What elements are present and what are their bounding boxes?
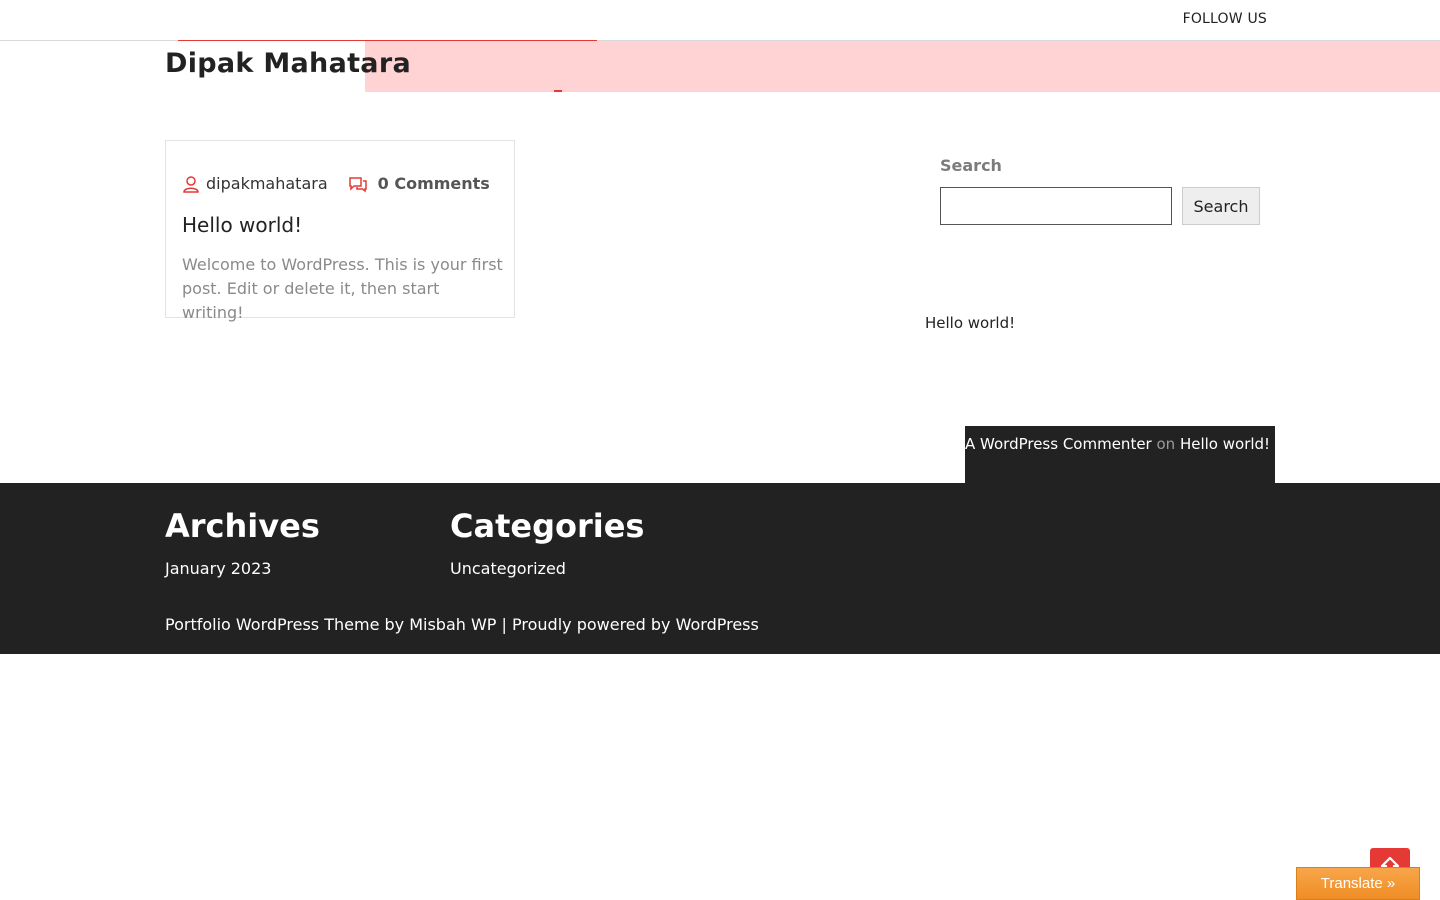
recent-comment-on-text: on [1156, 435, 1176, 453]
header-band [365, 41, 1440, 92]
search-label: Search [940, 156, 1002, 175]
categories-title: Categories [450, 507, 645, 545]
archives-title: Archives [165, 507, 320, 545]
post-card: dipakmahatara 0 Comments Hello world! We… [165, 140, 515, 322]
recent-comment: A WordPress Commenter on Hello world! [965, 426, 1275, 483]
footer-credits: Portfolio WordPress Theme by Misbah WP |… [165, 615, 759, 634]
top-bar: FOLLOW US [0, 0, 1440, 41]
search-button[interactable]: Search [1182, 187, 1260, 225]
category-link-uncategorized[interactable]: Uncategorized [450, 559, 566, 578]
header-accent-line [178, 40, 597, 41]
post-title-link[interactable]: Hello world! [182, 213, 302, 237]
post-author-link[interactable]: dipakmahatara [206, 174, 328, 193]
recent-post-link[interactable]: Hello world! [925, 314, 1015, 332]
recent-comment-post-link[interactable]: Hello world! [1180, 435, 1270, 453]
follow-us-link[interactable]: FOLLOW US [1183, 11, 1267, 27]
archive-link-january-2023[interactable]: January 2023 [165, 559, 271, 578]
post-excerpt: Welcome to WordPress. This is your first… [182, 255, 503, 322]
post-meta: dipakmahatara 0 Comments [182, 174, 490, 193]
translate-button[interactable]: Translate » [1296, 867, 1420, 900]
search-input[interactable] [940, 187, 1172, 225]
comments-icon [348, 175, 367, 193]
user-icon [182, 175, 200, 193]
recent-comment-author-link[interactable]: A WordPress Commenter [965, 435, 1152, 453]
header-accent-mark [554, 90, 562, 92]
footer: Archives January 2023 Categories Uncateg… [0, 483, 1440, 654]
site-title[interactable]: Dipak Mahatara [165, 48, 411, 79]
post-comments-link[interactable]: 0 Comments [378, 174, 490, 193]
